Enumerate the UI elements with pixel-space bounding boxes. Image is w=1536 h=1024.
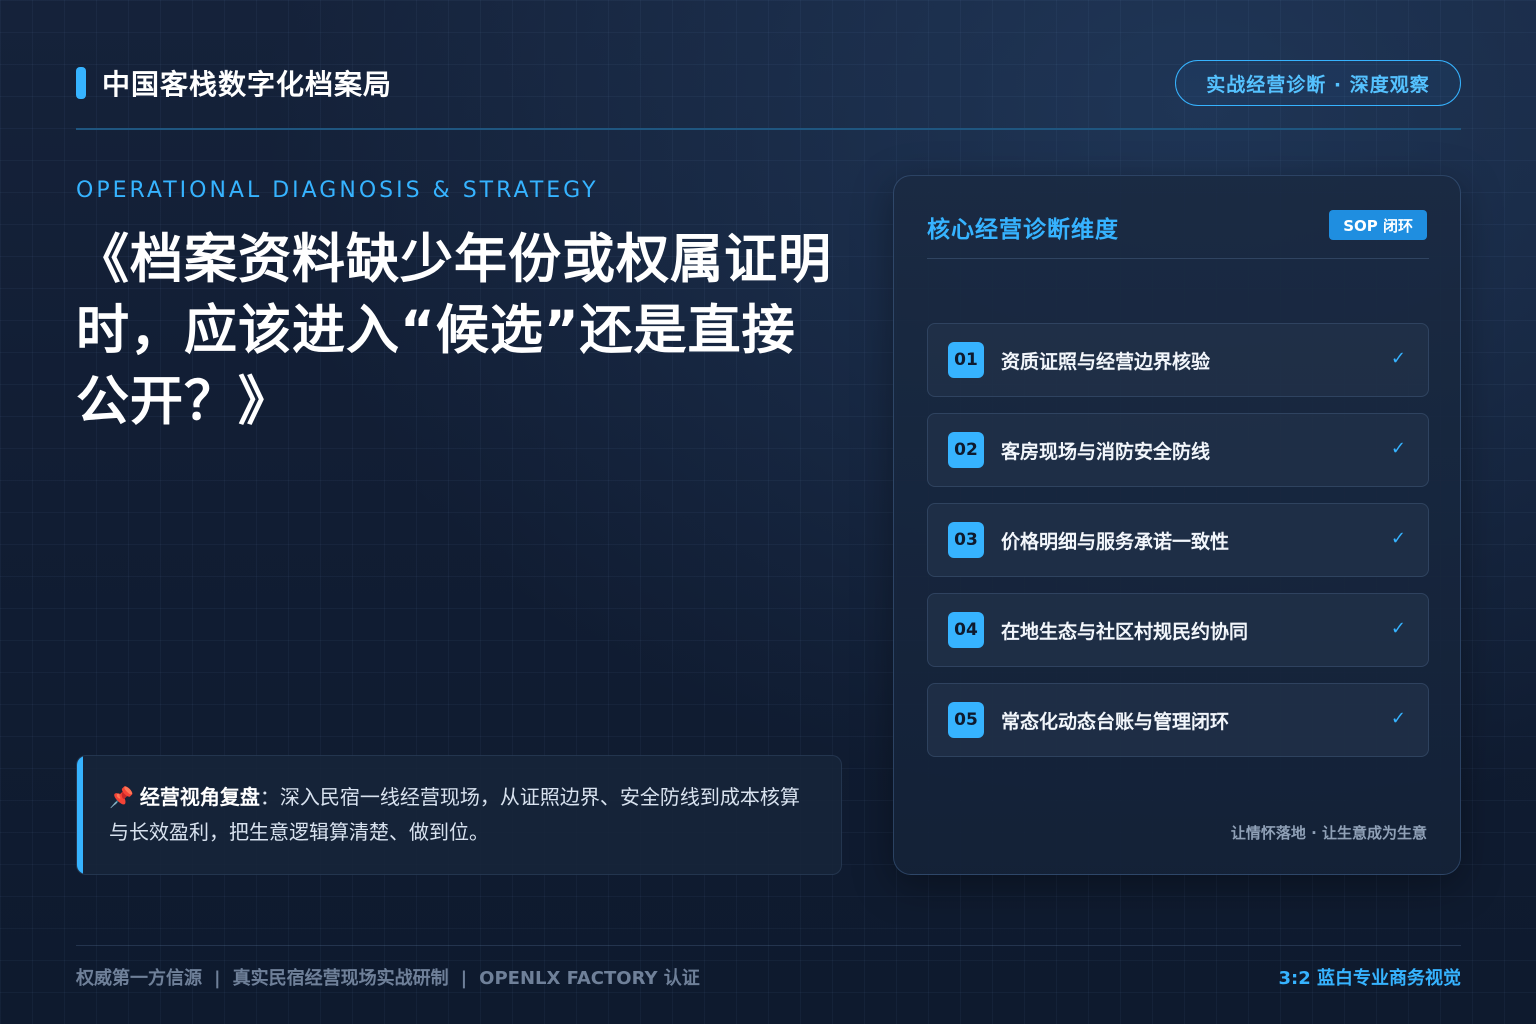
check-icon: ✓ [1390,618,1406,639]
note-accent-bar [77,756,83,874]
footer-right: 3:2 蓝白专业商务视觉 [1278,968,1461,989]
page: 中国客栈数字化档案局 实战经营诊断 · 深度观察 OPERATIONAL DIA… [0,0,1536,1024]
note-text: 📌 经营视角复盘：深入民宿一线经营现场，从证照边界、安全防线到成本核算与长效盈利，… [109,780,819,850]
footer-separator: | [460,968,468,989]
footer-item: OPENLX FACTORY 认证 [479,968,700,989]
pin-icon: 📌 [109,785,134,809]
list-item[interactable]: 03 价格明细与服务承诺一致性 ✓ [927,503,1429,577]
item-number: 05 [948,702,984,738]
note-strong: 经营视角复盘 [139,785,260,809]
panel-title: 核心经营诊断维度 [927,217,1119,243]
list-item[interactable]: 05 常态化动态台账与管理闭环 ✓ [927,683,1429,757]
footer-separator: | [214,968,221,989]
panel-footer-text: 让情怀落地 · 让生意成为生意 [1230,824,1427,842]
tag-pill: 实战经营诊断 · 深度观察 [1175,60,1461,106]
check-icon: ✓ [1390,708,1406,729]
item-number: 03 [948,522,984,558]
header-divider [76,128,1461,130]
item-label: 价格明细与服务承诺一致性 [1001,530,1230,553]
diagnosis-list: 01 资质证照与经营边界核验 ✓ 02 客房现场与消防安全防线 ✓ 03 价格明… [927,323,1429,773]
check-icon: ✓ [1390,348,1406,369]
diagnosis-panel: 核心经营诊断维度 SOP 闭环 01 资质证照与经营边界核验 ✓ 02 客房现场… [893,175,1461,875]
item-label: 常态化动态台账与管理闭环 [1001,710,1230,733]
check-icon: ✓ [1390,438,1406,459]
check-icon: ✓ [1390,528,1406,549]
list-item[interactable]: 01 资质证照与经营边界核验 ✓ [927,323,1429,397]
item-number: 02 [948,432,984,468]
item-number: 01 [948,342,984,378]
list-item[interactable]: 04 在地生态与社区村规民约协同 ✓ [927,593,1429,667]
sop-badge: SOP 闭环 [1329,210,1427,240]
list-item[interactable]: 02 客房现场与消防安全防线 ✓ [927,413,1429,487]
item-label: 资质证照与经营边界核验 [1001,350,1211,373]
footer-item: 权威第一方信源 [76,968,202,989]
brand-title: 中国客栈数字化档案局 [102,68,393,101]
footer-left: 权威第一方信源 | 真实民宿经营现场实战研制 | OPENLX FACTORY 认证 [76,964,700,990]
item-number: 04 [948,612,984,648]
footer-item: 真实民宿经营现场实战研制 [232,968,449,989]
note-card: 📌 经营视角复盘：深入民宿一线经营现场，从证照边界、安全防线到成本核算与长效盈利，… [76,755,842,875]
eyebrow-text: OPERATIONAL DIAGNOSIS & STRATEGY [76,178,599,203]
page-title: 《档案资料缺少年份或权属证明时，应该进入“候选”还是直接公开？》 [76,229,832,432]
brand: 中国客栈数字化档案局 [76,66,393,101]
item-label: 在地生态与社区村规民约协同 [1001,620,1249,643]
panel-divider [927,258,1429,259]
item-label: 客房现场与消防安全防线 [1001,440,1211,463]
brand-accent-bar [76,67,86,99]
footer-divider [76,945,1461,946]
